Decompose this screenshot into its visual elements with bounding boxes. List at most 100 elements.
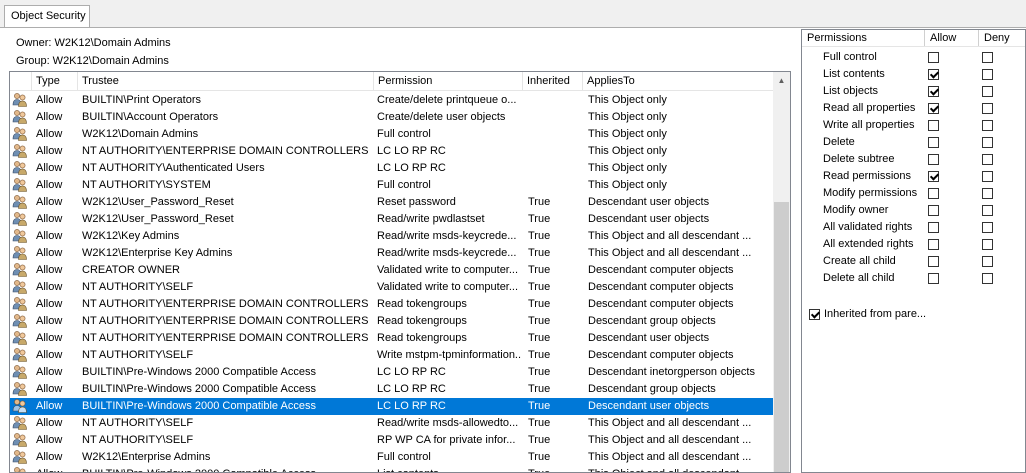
deny-checkbox[interactable] — [982, 222, 993, 233]
acl-row[interactable]: Allow NT AUTHORITY\SYSTEM Full control This… — [10, 177, 774, 194]
acl-cell-inherited: True — [528, 383, 551, 395]
permission-row: All extended rights — [802, 236, 1025, 253]
acl-cell-applies: This Object and all descendant ... — [588, 451, 752, 463]
acl-cell-permission: Read/write msds-keycrede... — [377, 230, 517, 242]
deny-checkbox[interactable] — [982, 205, 993, 216]
allow-checkbox[interactable] — [928, 273, 939, 284]
acl-row[interactable]: Allow NT AUTHORITY\ENTERPRISE DOMAIN CONT… — [10, 313, 774, 330]
header-permissions[interactable]: Permissions — [802, 30, 925, 46]
acl-scrollbar[interactable]: ▲ — [773, 72, 790, 472]
acl-row[interactable]: Allow W2K12\User_Password_Reset Reset pass… — [10, 194, 774, 211]
acl-row[interactable]: Allow NT AUTHORITY\SELF Write mstpm-tpminf… — [10, 347, 774, 364]
acl-row[interactable]: Allow W2K12\User_Password_Reset Read/write… — [10, 211, 774, 228]
deny-checkbox[interactable] — [982, 86, 993, 97]
deny-checkbox[interactable] — [982, 120, 993, 131]
allow-checkbox[interactable] — [928, 256, 939, 267]
acl-cell-applies: Descendant group objects — [588, 383, 716, 395]
header-trustee[interactable]: Trustee — [78, 72, 374, 90]
acl-cell-type: Allow — [36, 264, 63, 276]
acl-cell-permission: Validated write to computer... — [377, 281, 519, 293]
allow-checkbox[interactable] — [928, 222, 939, 233]
acl-row[interactable]: Allow NT AUTHORITY\ENTERPRISE DOMAIN CONT… — [10, 143, 774, 160]
deny-checkbox[interactable] — [982, 154, 993, 165]
tab-object-security[interactable]: Object Security — [4, 5, 90, 27]
header-permission[interactable]: Permission — [374, 72, 523, 90]
acl-row[interactable]: Allow BUILTIN\Pre-Windows 2000 Compatible… — [10, 381, 774, 398]
acl-row[interactable]: Allow NT AUTHORITY\SELF Read/write msds-al… — [10, 415, 774, 432]
allow-checkbox[interactable] — [928, 171, 939, 182]
deny-checkbox[interactable] — [982, 256, 993, 267]
header-type[interactable]: Type — [32, 72, 78, 90]
deny-checkbox[interactable] — [982, 239, 993, 250]
deny-checkbox[interactable] — [982, 273, 993, 284]
acl-cell-permission: Read/write pwdlastset — [377, 213, 485, 225]
allow-checkbox[interactable] — [928, 188, 939, 199]
acl-row[interactable]: Allow NT AUTHORITY\SELF RP WP CA for priva… — [10, 432, 774, 449]
acl-cell-permission: Full control — [377, 179, 431, 191]
acl-row[interactable]: Allow BUILTIN\Pre-Windows 2000 Compatible… — [10, 398, 774, 415]
acl-cell-type: Allow — [36, 451, 63, 463]
acl-row[interactable]: Allow NT AUTHORITY\ENTERPRISE DOMAIN CONT… — [10, 330, 774, 347]
acl-cell-type: Allow — [36, 298, 63, 310]
acl-row[interactable]: Allow BUILTIN\Account Operators Create/del… — [10, 109, 774, 126]
header-allow[interactable]: Allow — [925, 30, 979, 46]
acl-cell-permission: LC LO RP RC — [377, 400, 446, 412]
inherited-checkbox[interactable] — [809, 309, 820, 320]
acl-row[interactable]: Allow BUILTIN\Pre-Windows 2000 Compatible… — [10, 364, 774, 381]
header-deny[interactable]: Deny — [979, 30, 1025, 46]
acl-cell-inherited — [528, 160, 578, 177]
acl-row[interactable]: Allow NT AUTHORITY\Authenticated Users LC … — [10, 160, 774, 177]
acl-cell-inherited: True — [528, 332, 551, 344]
acl-cell-trustee: NT AUTHORITY\ENTERPRISE DOMAIN CONTROLLE… — [82, 145, 369, 157]
allow-checkbox[interactable] — [928, 154, 939, 165]
acl-row[interactable]: Allow CREATOR OWNER Validated write to com… — [10, 262, 774, 279]
acl-row[interactable]: Allow NT AUTHORITY\ENTERPRISE DOMAIN CONT… — [10, 296, 774, 313]
deny-checkbox[interactable] — [982, 171, 993, 182]
header-icon-col[interactable] — [10, 72, 32, 90]
allow-checkbox[interactable] — [928, 239, 939, 250]
acl-cell-trustee: BUILTIN\Pre-Windows 2000 Compatible Acce… — [82, 400, 316, 412]
deny-checkbox[interactable] — [982, 52, 993, 63]
allow-checkbox[interactable] — [928, 86, 939, 97]
deny-checkbox[interactable] — [982, 103, 993, 114]
allow-checkbox[interactable] — [928, 120, 939, 131]
allow-checkbox[interactable] — [928, 52, 939, 63]
acl-cell-inherited: True — [528, 247, 551, 259]
acl-list[interactable]: Type Trustee Permission Inherited Applie… — [9, 71, 791, 473]
acl-row[interactable]: Allow W2K12\Enterprise Admins Full control… — [10, 449, 774, 466]
group-icon — [12, 177, 30, 194]
acl-row[interactable]: Allow W2K12\Domain Admins Full control This… — [10, 126, 774, 143]
acl-cell-inherited: True — [528, 466, 578, 472]
deny-checkbox[interactable] — [982, 188, 993, 199]
acl-cell-trustee: NT AUTHORITY\SELF — [82, 417, 194, 429]
acl-cell-trustee: W2K12\Enterprise Admins — [82, 451, 211, 463]
acl-row[interactable]: Allow W2K12\Enterprise Key Admins Read/wri… — [10, 245, 774, 262]
acl-row[interactable]: Allow BUILTIN\Pre-Windows 2000 Compatible… — [10, 466, 774, 472]
acl-cell-permission: Full control — [377, 128, 431, 140]
acl-cell-applies: Descendant computer objects — [588, 281, 734, 293]
acl-row[interactable]: Allow NT AUTHORITY\SELF Validated write to… — [10, 279, 774, 296]
header-applies-to[interactable]: AppliesTo — [583, 72, 774, 90]
acl-cell-trustee: NT AUTHORITY\Authenticated Users — [82, 162, 265, 174]
allow-checkbox[interactable] — [928, 137, 939, 148]
allow-checkbox[interactable] — [928, 103, 939, 114]
acl-cell-inherited: True — [528, 264, 551, 276]
acl-cell-applies: Descendant user objects — [588, 196, 710, 208]
allow-checkbox[interactable] — [928, 205, 939, 216]
deny-checkbox[interactable] — [982, 69, 993, 80]
acl-cell-type: Allow — [36, 196, 63, 208]
group-icon — [12, 160, 30, 177]
acl-row[interactable]: Allow W2K12\Key Admins Read/write msds-key… — [10, 228, 774, 245]
permission-row: List contents — [802, 66, 1025, 83]
acl-row[interactable]: Allow BUILTIN\Print Operators Create/delet… — [10, 92, 774, 109]
scroll-thumb[interactable] — [774, 202, 789, 472]
group-icon — [12, 313, 30, 330]
acl-cell-applies: Descendant user objects — [588, 332, 710, 344]
scroll-up-arrow-icon[interactable]: ▲ — [773, 72, 790, 89]
deny-checkbox[interactable] — [982, 137, 993, 148]
acl-cell-inherited — [528, 126, 578, 143]
allow-checkbox[interactable] — [928, 69, 939, 80]
acl-cell-permission: Write mstpm-tpminformation... — [377, 349, 522, 361]
acl-cell-applies: This Object and all descendant ... — [588, 247, 752, 259]
header-inherited[interactable]: Inherited — [523, 72, 583, 90]
